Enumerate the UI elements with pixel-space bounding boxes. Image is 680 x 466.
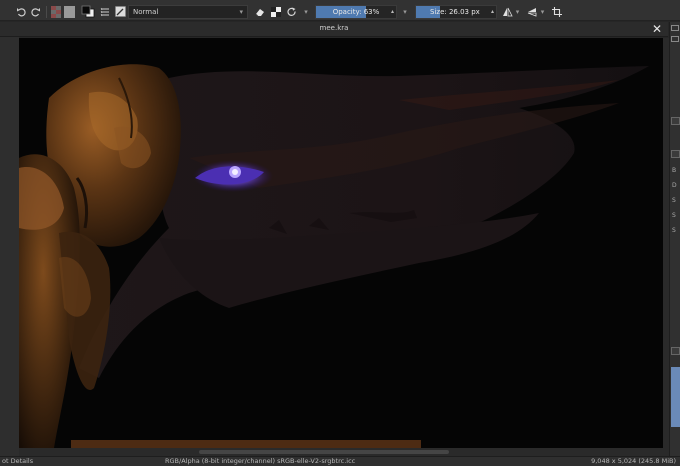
docker-label: S bbox=[672, 212, 676, 219]
docker-tab[interactable] bbox=[671, 150, 680, 158]
chevron-down-icon[interactable]: ▾ bbox=[400, 4, 410, 19]
chevron-down-icon[interactable]: ▾ bbox=[538, 4, 547, 19]
status-color-profile: RGB/Alpha (8-bit integer/channel) sRGB-e… bbox=[165, 457, 356, 465]
layer-thumbnail-strip[interactable] bbox=[671, 367, 680, 427]
status-bar: ot Details RGB/Alpha (8-bit integer/chan… bbox=[0, 456, 680, 466]
chevron-down-icon[interactable]: ▾ bbox=[301, 4, 311, 19]
preserve-alpha-icon[interactable] bbox=[270, 4, 282, 19]
gradient-pattern-icon[interactable] bbox=[50, 4, 62, 19]
brush-presets-icon[interactable] bbox=[99, 4, 111, 19]
docker-icon[interactable] bbox=[671, 25, 679, 31]
opacity-label: Opacity: 63% bbox=[332, 8, 380, 16]
right-docker-panel: B D S S S bbox=[669, 22, 680, 456]
docker-label: D bbox=[672, 182, 677, 189]
pattern-swatch-icon[interactable] bbox=[63, 4, 76, 19]
reload-preset-icon[interactable] bbox=[286, 4, 298, 19]
docker-icon[interactable] bbox=[671, 36, 679, 42]
canvas[interactable] bbox=[19, 38, 663, 448]
docker-tab[interactable] bbox=[671, 347, 680, 355]
brush-editor-icon[interactable] bbox=[114, 4, 127, 19]
mirror-horizontal-icon[interactable] bbox=[501, 4, 513, 19]
canvas-artwork bbox=[19, 38, 663, 448]
chevron-down-icon: ▾ bbox=[239, 8, 243, 16]
redo-icon[interactable] bbox=[29, 4, 43, 19]
status-dimensions: 9,048 x 5,024 (245.8 MiB) bbox=[591, 457, 676, 465]
opacity-stepper[interactable]: ▴ bbox=[391, 6, 394, 18]
docker-label: B bbox=[672, 167, 677, 174]
fg-bg-color-icon[interactable] bbox=[80, 4, 96, 19]
document-title: mee.kra bbox=[319, 24, 349, 32]
blend-mode-value: Normal bbox=[133, 8, 159, 16]
docker-label: S bbox=[672, 227, 676, 234]
horizontal-scrollbar[interactable] bbox=[19, 448, 663, 456]
eraser-icon[interactable] bbox=[254, 4, 266, 19]
docker-label: S bbox=[672, 197, 676, 204]
toolbox-panel bbox=[0, 22, 19, 456]
docker-tab[interactable] bbox=[671, 117, 680, 125]
toolbar-separator bbox=[46, 6, 47, 18]
scrollbar-thumb[interactable] bbox=[199, 450, 449, 454]
size-slider[interactable]: Size: 26.03 px ▴ bbox=[415, 5, 497, 19]
undo-icon[interactable] bbox=[14, 4, 28, 19]
size-label: Size: 26.03 px bbox=[430, 8, 480, 16]
mirror-vertical-icon[interactable] bbox=[526, 4, 538, 19]
blend-mode-select[interactable]: Normal ▾ bbox=[128, 5, 248, 19]
tool-options-bar: Normal ▾ ▾ Opacity: 63% ▴ ▾ Size: 26.03 … bbox=[0, 3, 680, 21]
document-title-bar: mee.kra ✕ bbox=[0, 22, 668, 37]
crop-wrap-icon[interactable] bbox=[551, 4, 563, 19]
status-details: ot Details bbox=[2, 457, 34, 465]
opacity-slider[interactable]: Opacity: 63% ▴ bbox=[315, 5, 397, 19]
size-stepper[interactable]: ▴ bbox=[491, 6, 494, 18]
chevron-down-icon[interactable]: ▾ bbox=[513, 4, 522, 19]
close-icon[interactable]: ✕ bbox=[652, 22, 662, 37]
